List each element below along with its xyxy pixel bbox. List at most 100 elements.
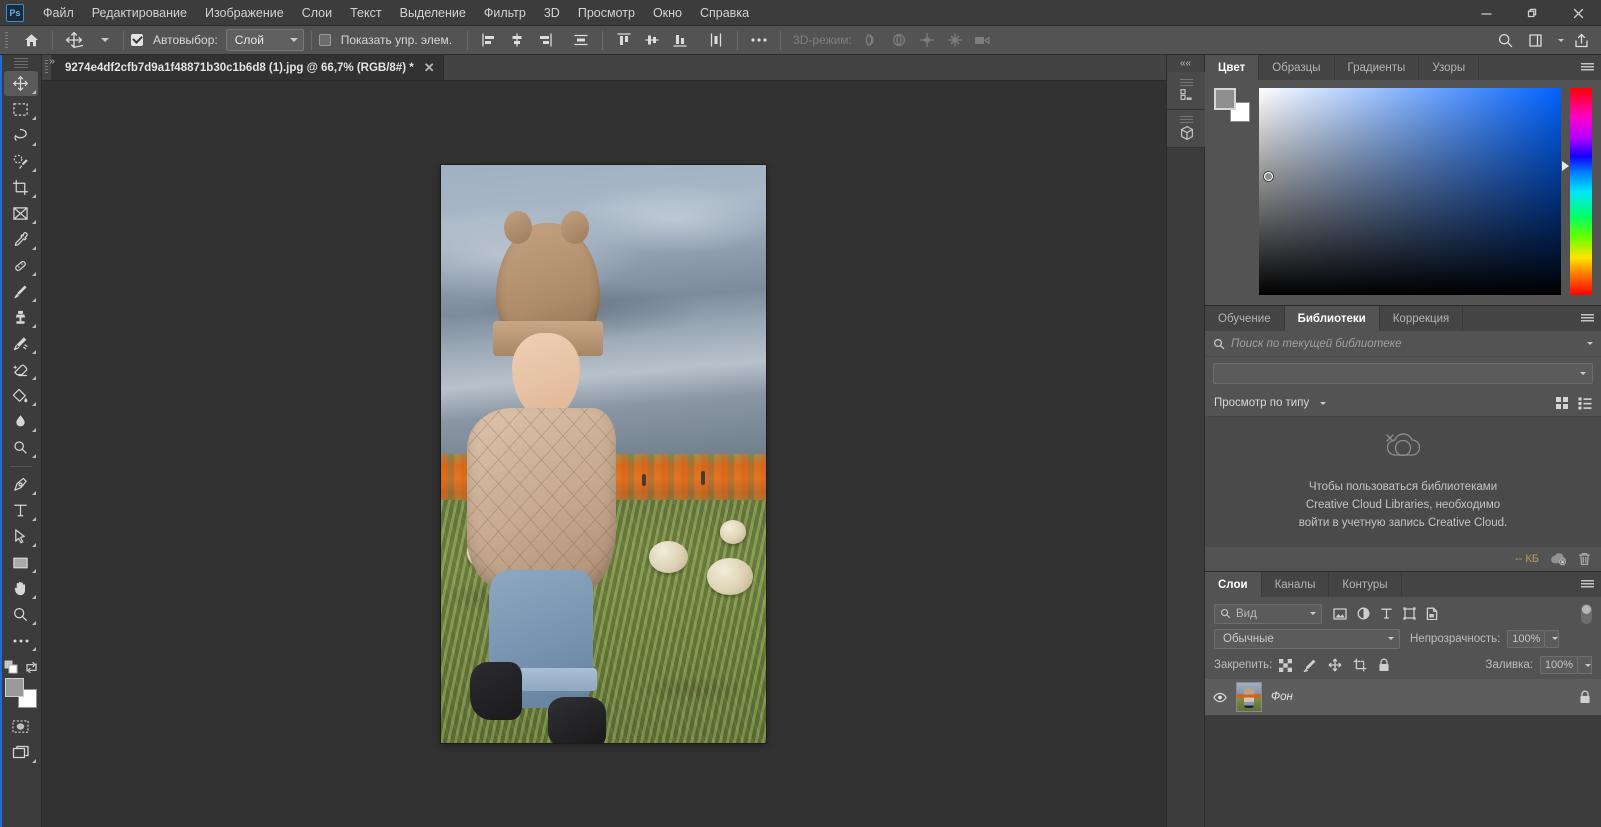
filter-toggle-switch[interactable] bbox=[1581, 603, 1592, 624]
layer-filter-select[interactable]: Вид bbox=[1214, 603, 1322, 624]
color-swatches[interactable] bbox=[4, 678, 37, 708]
menu-item-edit[interactable]: Редактирование bbox=[83, 2, 196, 24]
3d-panel-icon[interactable] bbox=[1167, 110, 1206, 148]
color-picker-marker[interactable] bbox=[1264, 172, 1273, 181]
opacity-value[interactable]: 100% bbox=[1507, 629, 1546, 648]
collapse-tabs-icon[interactable]: » bbox=[42, 55, 62, 68]
pen-tool[interactable] bbox=[4, 472, 38, 497]
brush-tool[interactable] bbox=[4, 279, 38, 304]
tab-channels[interactable]: Каналы bbox=[1262, 572, 1330, 597]
quick-selection-tool[interactable] bbox=[4, 149, 38, 174]
autoselect-check-box[interactable] bbox=[131, 34, 143, 46]
hand-tool[interactable] bbox=[4, 576, 38, 601]
fill-control[interactable]: 100% bbox=[1540, 656, 1592, 674]
expand-panels-icon[interactable]: «« bbox=[1167, 55, 1204, 72]
autoselect-checkbox[interactable]: Автовыбор: bbox=[131, 33, 223, 47]
show-controls-check-box[interactable] bbox=[318, 34, 331, 46]
tab-swatches[interactable]: Образцы bbox=[1259, 55, 1335, 80]
workspace-chevron-icon[interactable] bbox=[1551, 28, 1565, 52]
swap-colors-icon[interactable] bbox=[25, 661, 38, 674]
move-tool[interactable] bbox=[3, 71, 38, 96]
gradient-tool[interactable] bbox=[4, 383, 38, 408]
smartobject-filter-icon[interactable] bbox=[1426, 607, 1438, 620]
move-tool-icon[interactable] bbox=[60, 28, 88, 52]
menu-item-file[interactable]: Файл bbox=[34, 2, 83, 24]
tab-paths[interactable]: Контуры bbox=[1329, 572, 1402, 597]
grid-view-icon[interactable] bbox=[1555, 396, 1569, 410]
menu-item-window[interactable]: Окно bbox=[644, 2, 691, 24]
search-icon[interactable] bbox=[1491, 28, 1519, 52]
eraser-tool[interactable] bbox=[4, 357, 38, 382]
layer-lock-icon[interactable] bbox=[1579, 690, 1591, 704]
tab-adjustments[interactable]: Коррекция bbox=[1380, 306, 1464, 331]
screen-mode-icon[interactable] bbox=[4, 740, 38, 765]
close-button[interactable] bbox=[1555, 0, 1601, 26]
dodge-tool[interactable] bbox=[4, 435, 38, 460]
lock-position-icon[interactable] bbox=[1328, 658, 1342, 672]
chevron-down-icon[interactable] bbox=[1587, 342, 1593, 345]
layer-name[interactable]: Фон bbox=[1271, 691, 1293, 703]
trash-icon[interactable] bbox=[1578, 552, 1591, 566]
lock-all-icon[interactable] bbox=[1378, 658, 1390, 672]
edit-toolbar-more-icon[interactable] bbox=[4, 628, 38, 653]
zoom-tool[interactable] bbox=[4, 602, 38, 627]
layer-visibility-icon[interactable] bbox=[1213, 692, 1227, 703]
eyedropper-tool[interactable] bbox=[4, 227, 38, 252]
tool-preset-dropdown[interactable] bbox=[88, 28, 116, 52]
list-view-icon[interactable] bbox=[1578, 396, 1592, 410]
library-select[interactable] bbox=[1213, 363, 1593, 384]
menu-item-filter[interactable]: Фильтр bbox=[475, 2, 535, 24]
tab-patterns[interactable]: Узоры bbox=[1419, 55, 1480, 80]
color-panel-swatches[interactable] bbox=[1214, 88, 1250, 122]
fill-stepper[interactable] bbox=[1578, 656, 1592, 674]
rectangular-marquee-tool[interactable] bbox=[4, 97, 38, 122]
shape-filter-icon[interactable] bbox=[1403, 607, 1416, 620]
type-tool[interactable] bbox=[4, 498, 38, 523]
distribute-vertically-icon[interactable] bbox=[702, 28, 730, 52]
default-colors-icon[interactable] bbox=[4, 660, 18, 674]
document-image[interactable] bbox=[440, 165, 766, 743]
lasso-tool[interactable] bbox=[4, 123, 38, 148]
spot-healing-brush-tool[interactable] bbox=[4, 253, 38, 278]
clone-stamp-tool[interactable] bbox=[4, 305, 38, 330]
options-bar-grip[interactable] bbox=[2, 26, 11, 55]
close-icon[interactable]: ✕ bbox=[424, 60, 435, 76]
view-by-type-label[interactable]: Просмотр по типу bbox=[1214, 397, 1309, 409]
more-align-options-button[interactable] bbox=[745, 28, 773, 52]
panel-menu-icon[interactable] bbox=[1581, 572, 1594, 597]
toolbar-grip[interactable] bbox=[13, 58, 28, 68]
lock-image-pixels-icon[interactable] bbox=[1303, 658, 1317, 672]
rectangle-tool[interactable] bbox=[4, 550, 38, 575]
crop-tool[interactable] bbox=[4, 175, 38, 200]
maximize-button[interactable] bbox=[1509, 0, 1555, 26]
document-tab[interactable]: 9274e4df2cfb7d9a1f48871b30c1b6d8 (1).jpg… bbox=[51, 55, 444, 80]
tab-learn[interactable]: Обучение bbox=[1205, 306, 1285, 331]
history-brush-tool[interactable] bbox=[4, 331, 38, 356]
canvas-area[interactable] bbox=[42, 81, 1164, 827]
pixel-filter-icon[interactable] bbox=[1333, 607, 1347, 620]
blur-tool[interactable] bbox=[4, 409, 38, 434]
share-icon[interactable] bbox=[1567, 28, 1595, 52]
menu-item-type[interactable]: Текст bbox=[341, 2, 390, 24]
menu-item-image[interactable]: Изображение bbox=[196, 2, 293, 24]
blend-mode-select[interactable]: Обычные bbox=[1214, 628, 1400, 649]
layer-thumbnail[interactable] bbox=[1236, 682, 1262, 712]
chevron-down-icon[interactable] bbox=[1320, 401, 1327, 405]
panel-menu-icon[interactable] bbox=[1581, 55, 1594, 80]
fill-value[interactable]: 100% bbox=[1540, 656, 1578, 674]
align-bottom-edges-icon[interactable] bbox=[666, 28, 694, 52]
foreground-color-swatch[interactable] bbox=[4, 678, 24, 697]
panel-menu-icon[interactable] bbox=[1581, 306, 1594, 331]
hue-slider-marker[interactable] bbox=[1562, 161, 1569, 171]
color-panel-foreground-swatch[interactable] bbox=[1214, 88, 1236, 110]
lock-artboard-nesting-icon[interactable] bbox=[1353, 658, 1367, 672]
path-selection-tool[interactable] bbox=[4, 524, 38, 549]
menu-item-help[interactable]: Справка bbox=[691, 2, 758, 24]
opacity-stepper[interactable] bbox=[1545, 629, 1560, 648]
libraries-search-input[interactable]: Поиск по текущей библиотеке bbox=[1231, 338, 1575, 350]
minimize-button[interactable] bbox=[1463, 0, 1509, 26]
cloud-sync-icon[interactable] bbox=[1550, 552, 1567, 566]
align-top-edges-icon[interactable] bbox=[610, 28, 638, 52]
history-panel-icon[interactable] bbox=[1167, 72, 1206, 110]
tab-layers[interactable]: Слои bbox=[1205, 572, 1262, 597]
